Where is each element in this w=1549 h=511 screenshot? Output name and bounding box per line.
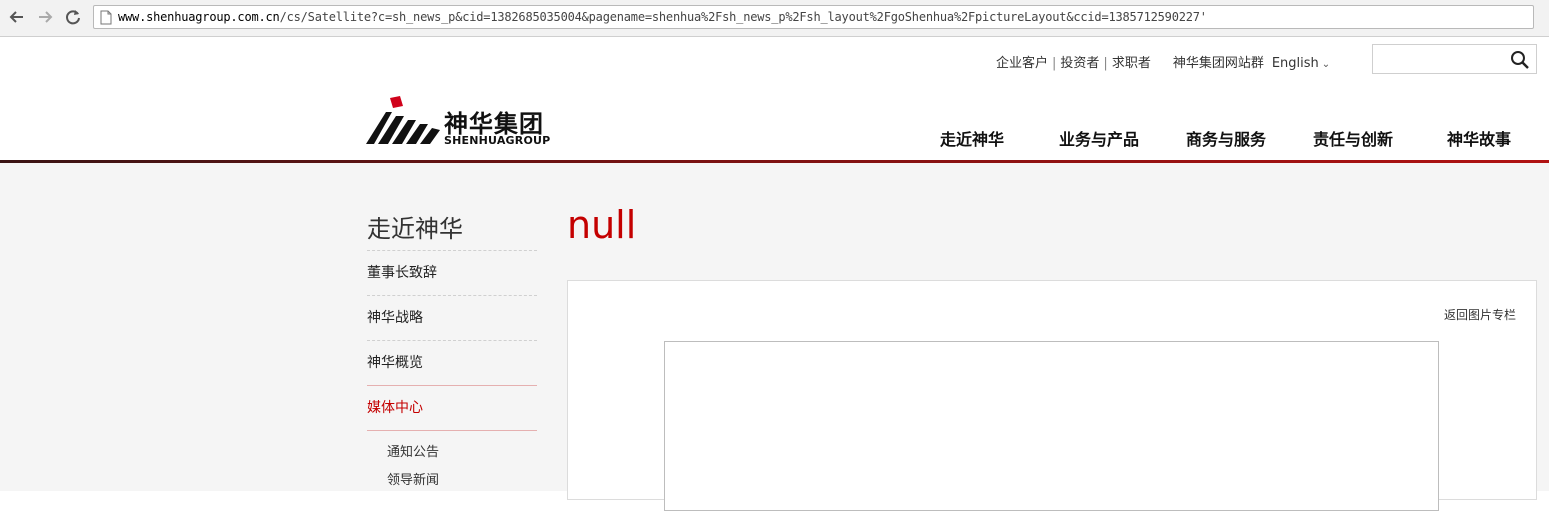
search-input[interactable] [1377,46,1511,74]
nav-shenhua-stories[interactable]: 神华故事 [1447,126,1511,150]
language-label: English [1271,56,1319,71]
picture-panel: 返回图片专栏 [567,280,1537,511]
separator: | [1052,56,1057,71]
sidebar-item-media-center[interactable]: 媒体中心 [367,386,537,431]
link-job-seekers[interactable]: 求职者 [1112,52,1151,71]
chevron-down-icon: ⌄ [1321,59,1331,70]
nav-business-products[interactable]: 业务与产品 [1059,126,1139,150]
sidebar-item-chairman-message[interactable]: 董事长致辞 [367,251,537,296]
search-icon[interactable] [1510,50,1530,70]
page-icon [100,10,112,25]
url-text[interactable]: www.shenhuagroup.com.cn/cs/Satellite?c=s… [118,10,1207,24]
url-path: /cs/Satellite?c=sh_news_p&cid=1382685035… [279,10,1207,24]
picture-frame [664,341,1439,511]
utility-links: 企业客户 | 投资者 | 求职者 神华集团网站群 English ⌄ [996,52,1330,71]
url-domain: www.shenhuagroup.com.cn [118,10,280,24]
nav-commerce-services[interactable]: 商务与服务 [1186,126,1266,150]
sidebar-item-strategy[interactable]: 神华战略 [367,296,537,341]
link-enterprise-customers[interactable]: 企业客户 [996,52,1048,71]
main-nav: 走近神华 业务与产品 商务与服务 责任与创新 神华故事 [0,126,1549,150]
back-to-picture-column-link[interactable]: 返回图片专栏 [1444,306,1516,323]
nav-about[interactable]: 走近神华 [940,126,1004,150]
group-sites-link[interactable]: 神华集团网站群 [1173,52,1264,71]
page-title: null [567,203,637,247]
sidebar: 走近神华 董事长致辞 神华战略 神华概览 媒体中心 通知公告 领导新闻 [367,212,537,495]
search-box [1372,44,1537,74]
link-investors[interactable]: 投资者 [1060,52,1099,71]
reload-icon[interactable] [62,6,84,28]
forward-arrow-icon[interactable] [34,6,56,28]
back-arrow-icon[interactable] [6,6,28,28]
language-select[interactable]: English ⌄ [1272,56,1330,71]
nav-responsibility-innovation[interactable]: 责任与创新 [1313,126,1393,150]
sidebar-item-overview[interactable]: 神华概览 [367,341,537,386]
browser-toolbar: www.shenhuagroup.com.cn/cs/Satellite?c=s… [0,0,1549,37]
sidebar-title: 走近神华 [367,212,537,251]
address-bar[interactable]: www.shenhuagroup.com.cn/cs/Satellite?c=s… [93,5,1534,29]
separator: | [1103,56,1108,71]
sidebar-subitem-notices[interactable]: 通知公告 [367,439,537,467]
